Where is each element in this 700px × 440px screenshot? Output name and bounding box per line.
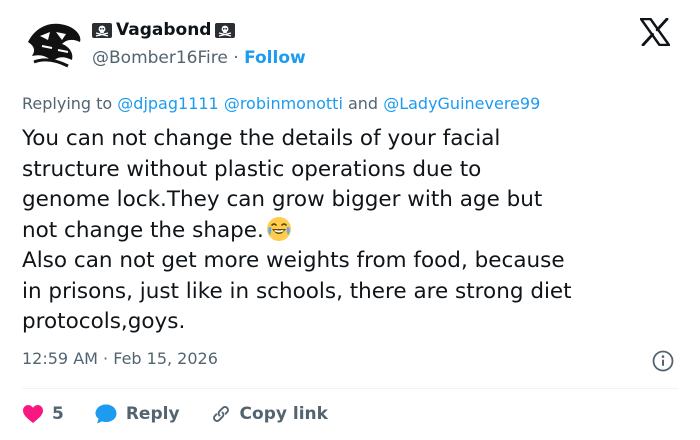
reply-button[interactable]: Reply [94,403,180,425]
replying-to-prefix: Replying to [22,94,113,113]
display-name-row[interactable]: Vagabond [92,20,236,40]
link-icon [212,406,229,422]
tweet-line: Also can not get more weights from food,… [22,248,565,273]
tweet-line: You can not change the details of your f… [22,126,501,151]
laughing-tears-emoji-icon [266,216,292,242]
replying-to: Replying to @djpag1111 @robinmonotti and… [22,94,540,113]
follow-button[interactable]: Follow [244,48,306,68]
like-count: 5 [52,404,64,424]
replying-to-conjunction: and [347,94,379,113]
eagle-sketch-avatar-icon [23,13,85,75]
action-bar: 5 Reply Copy link [22,400,358,428]
x-logo-icon[interactable] [639,17,671,47]
tweet-line: structure without plastic operations due… [22,156,482,182]
pirate-flag-icon [92,22,112,38]
handle-row: @Bomber16Fire · Follow [92,48,306,68]
display-name[interactable]: Vagabond [116,20,211,40]
copy-link-label: Copy link [239,404,328,424]
avatar[interactable] [22,12,86,76]
heart-icon [23,405,43,423]
mention-link[interactable]: @LadyGuinevere99 [383,94,540,113]
pirate-flag-icon [215,22,236,38]
tweet-text: You can not change the details of your f… [22,124,682,338]
separator-dot: · [103,349,109,368]
tweet-line: not change the shape. [22,217,264,243]
mention-link[interactable]: @robinmonotti [224,94,343,113]
reply-bubble-icon [95,404,117,424]
tweet-date[interactable]: Feb 15, 2026 [113,349,218,368]
timestamp[interactable]: 12:59 AM · Feb 15, 2026 [22,349,218,368]
tweet-line: protocols,goys. [22,309,186,334]
mention-link[interactable]: @djpag1111 [117,94,218,113]
separator-dot: · [233,48,239,68]
divider [22,388,678,389]
like-button[interactable]: 5 [22,404,64,424]
info-icon[interactable] [652,350,674,372]
reply-label: Reply [125,404,180,424]
user-handle[interactable]: @Bomber16Fire [92,48,228,68]
copy-link-button[interactable]: Copy link [210,403,328,425]
tweet-line: genome lock.They can grow bigger with ag… [22,187,543,212]
tweet-time[interactable]: 12:59 AM [22,349,98,368]
tweet-line: in prisons, just like in schools, there … [22,278,572,304]
tweet-line-with-emoji: not change the shape. [22,216,682,247]
